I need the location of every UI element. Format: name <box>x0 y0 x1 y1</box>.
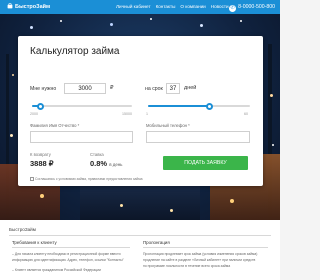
prolongation-text-line: Пролонгация продлевает срок займа (услов… <box>143 252 258 256</box>
light-dot <box>10 134 13 137</box>
light-dot <box>270 94 273 97</box>
term-slider-handle[interactable] <box>205 102 213 110</box>
amount-slider-handle[interactable] <box>36 102 44 110</box>
rate-value: 0.8% <box>90 159 108 168</box>
header-phone[interactable]: ✆ 8-0000-500-800 <box>229 4 275 12</box>
repay-amount: 3888 ₽ <box>30 159 54 168</box>
light-dot <box>272 144 274 146</box>
consent-row[interactable]: Соглашаюсь с условиями займа, правилами … <box>30 177 142 181</box>
term-unit-label: дней <box>184 85 197 91</box>
rate-amount: 0.8% в день <box>90 159 122 168</box>
rate-label: Ставка <box>90 152 104 157</box>
mobile-phone-input[interactable] <box>146 131 250 143</box>
brand-logo-icon <box>7 3 13 9</box>
client-requirements-heading: Требования к клиенту <box>12 240 57 245</box>
prolongation-text-line: по программе лояльности в течение всего … <box>143 264 231 268</box>
light-dot <box>40 194 44 198</box>
info-title: БыстроЗайм <box>9 227 36 232</box>
requirements-text-line: – Для начала клиенту необходимо в регист… <box>12 252 121 256</box>
consent-text: Соглашаюсь с условиями займа, правилами … <box>35 177 143 181</box>
repay-value: 3888 <box>30 159 47 168</box>
amount-min-label: 2000 <box>30 112 38 116</box>
light-dot <box>60 20 62 22</box>
amount-max-label: 15000 <box>122 112 132 116</box>
rate-unit: в день <box>109 162 123 167</box>
light-dot <box>30 26 33 29</box>
light-dot <box>110 23 113 26</box>
light-dot <box>12 74 14 76</box>
amount-input[interactable]: 3000 <box>64 83 106 94</box>
term-input[interactable]: 37 <box>166 83 180 94</box>
term-slider-fill <box>148 105 209 107</box>
divider <box>9 235 271 236</box>
currency-label: ₽ <box>110 85 114 91</box>
nav-news[interactable]: Новости <box>211 4 229 9</box>
top-navigation-bar: БыстроЗайм Личный кабинет Контакты О компа… <box>0 0 280 14</box>
requirements-text-line: информацию для идентификации. Адрес, тел… <box>12 258 124 262</box>
consent-checkbox[interactable] <box>30 177 34 181</box>
amount-slider[interactable] <box>32 102 132 110</box>
hero-background: Калькулятор займа Мне нужно 3000 ₽ на ср… <box>0 14 280 220</box>
calculator-title: Калькулятор займа <box>30 46 120 57</box>
amount-label: Мне нужно <box>30 86 57 92</box>
light-dot <box>120 204 123 207</box>
term-min-label: 1 <box>146 112 148 116</box>
submit-application-button[interactable]: ПОДАТЬ ЗАЯВКУ <box>163 156 248 170</box>
phone-icon: ✆ <box>229 4 237 12</box>
term-slider[interactable] <box>148 102 250 110</box>
term-max-label: 60 <box>244 112 248 116</box>
requirements-text-line: – Клиент является гражданином Российской… <box>12 268 101 272</box>
loan-calculator-card: Калькулятор займа Мне нужно 3000 ₽ на ср… <box>18 36 263 186</box>
brand-logo[interactable]: БыстроЗайм <box>7 3 50 10</box>
nav-about[interactable]: О компании <box>180 4 205 9</box>
repay-currency: ₽ <box>48 159 54 168</box>
full-name-label: Фамилия Имя Отчество * <box>30 123 80 128</box>
divider <box>12 247 130 248</box>
term-label: на срок <box>145 86 163 92</box>
brand-name: БыстроЗайм <box>15 4 51 10</box>
main-nav: Личный кабинет Контакты О компании Новости <box>116 4 234 9</box>
divider <box>143 247 268 248</box>
full-name-input[interactable] <box>30 131 133 143</box>
nav-contacts[interactable]: Контакты <box>156 4 176 9</box>
info-section: БыстроЗайм Требования к клиенту – Для на… <box>0 220 280 280</box>
prolongation-text-line: продление на сайте в разделе «Личный каб… <box>143 258 256 262</box>
nav-personal-account[interactable]: Личный кабинет <box>116 4 151 9</box>
light-dot <box>200 24 203 27</box>
prolongation-heading: Пролонгация <box>143 240 170 245</box>
phone-number: 8-0000-500-800 <box>238 3 275 10</box>
light-dot <box>150 18 152 20</box>
repay-label: К возврату <box>30 152 51 157</box>
light-dot <box>230 199 234 203</box>
light-dot <box>170 209 173 212</box>
light-dot <box>240 20 242 22</box>
mobile-phone-label: Мобильный телефон * <box>146 123 190 128</box>
